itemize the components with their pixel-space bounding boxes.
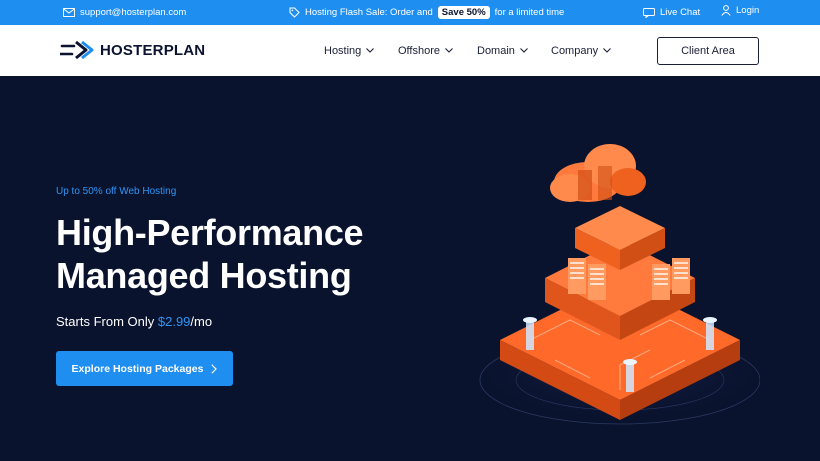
user-icon: [721, 5, 731, 16]
hero-title-line1: High-Performance: [56, 212, 364, 253]
hero-title: High-Performance Managed Hosting: [56, 211, 364, 297]
tag-icon: [289, 7, 300, 18]
explore-hosting-button[interactable]: Explore Hosting Packages: [56, 351, 233, 386]
nav-company-label: Company: [551, 44, 599, 57]
chevron-right-icon: [211, 363, 218, 374]
price-prefix: Starts From Only: [56, 314, 155, 329]
nav-hosting[interactable]: Hosting: [324, 25, 375, 76]
nav-domain-label: Domain: [477, 44, 515, 57]
main-header: HOSTERPLAN Hosting Offshore Domain Compa…: [0, 25, 820, 76]
login-label: Login: [736, 5, 760, 16]
explore-hosting-label: Explore Hosting Packages: [71, 362, 204, 375]
logo-icon: [60, 40, 94, 60]
promo-prefix: Hosting Flash Sale: Order and: [305, 7, 433, 18]
promo-badge: Save 50%: [437, 6, 490, 19]
chevron-down-icon: [366, 48, 375, 53]
client-area-button[interactable]: Client Area: [657, 37, 759, 65]
promo-suffix: for a limited time: [494, 7, 565, 18]
nav-hosting-label: Hosting: [324, 44, 362, 57]
price-amount: $2.99: [157, 314, 191, 329]
login-link[interactable]: Login: [721, 0, 759, 23]
top-bar: support@hosterplan.com Hosting Flash Sal…: [0, 0, 820, 25]
chat-icon: [643, 7, 655, 18]
support-email-link[interactable]: support@hosterplan.com: [63, 0, 186, 25]
chevron-down-icon: [445, 48, 453, 53]
hero-eyebrow: Up to 50% off Web Hosting: [56, 186, 177, 197]
logo[interactable]: HOSTERPLAN: [60, 40, 205, 60]
logo-text: HOSTERPLAN: [100, 41, 206, 59]
mail-icon: [63, 8, 75, 17]
live-chat-link[interactable]: Live Chat: [643, 0, 700, 25]
nav-company[interactable]: Company: [551, 25, 611, 76]
hero-title-line2: Managed Hosting: [56, 255, 352, 296]
chevron-down-icon: [603, 48, 611, 53]
nav-offshore[interactable]: Offshore: [398, 25, 453, 76]
promo-banner: Hosting Flash Sale: Order and Save 50% f…: [289, 0, 564, 25]
support-email-text: support@hosterplan.com: [80, 7, 187, 18]
price-suffix: /mo: [190, 314, 213, 329]
nav-domain[interactable]: Domain: [477, 25, 528, 76]
hero-price: Starts From Only $2.99/mo: [56, 314, 212, 329]
chevron-down-icon: [520, 48, 528, 53]
server-illustration: [470, 140, 760, 425]
nav-offshore-label: Offshore: [398, 44, 440, 57]
live-chat-label: Live Chat: [660, 7, 701, 18]
